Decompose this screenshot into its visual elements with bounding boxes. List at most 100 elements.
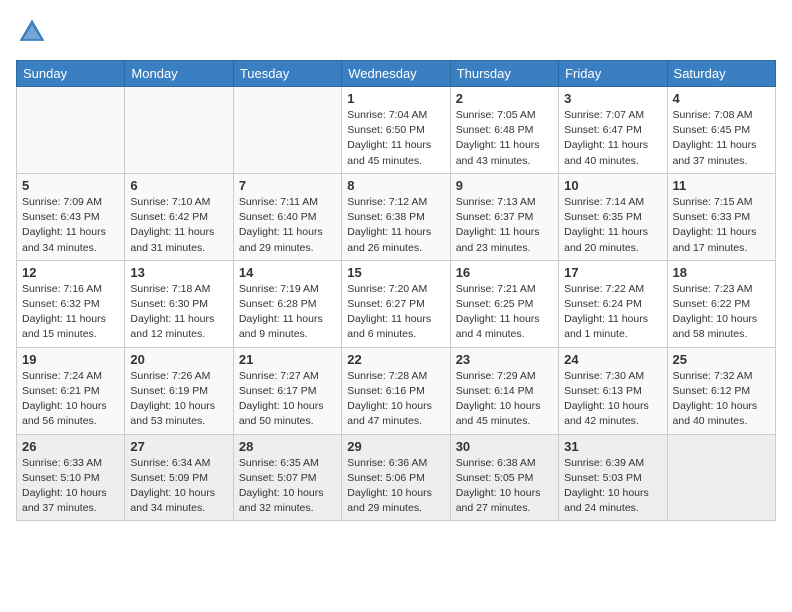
day-info: Sunrise: 7:05 AM Sunset: 6:48 PM Dayligh…	[456, 108, 553, 169]
day-info: Sunrise: 7:04 AM Sunset: 6:50 PM Dayligh…	[347, 108, 444, 169]
day-info: Sunrise: 7:11 AM Sunset: 6:40 PM Dayligh…	[239, 195, 336, 256]
calendar-cell: 25 Sunrise: 7:32 AM Sunset: 6:12 PM Dayli…	[667, 347, 775, 434]
day-number: 22	[347, 352, 444, 367]
calendar-cell: 12Sunrise: 7:16 AM Sunset: 6:32 PM Dayli…	[17, 260, 125, 347]
day-number: 29	[347, 439, 444, 454]
day-info: Sunrise: 7:10 AM Sunset: 6:42 PM Dayligh…	[130, 195, 227, 256]
day-info: Sunrise: 7:13 AM Sunset: 6:37 PM Dayligh…	[456, 195, 553, 256]
day-number: 4	[673, 91, 770, 106]
day-info: Sunrise: 7:14 AM Sunset: 6:35 PM Dayligh…	[564, 195, 661, 256]
day-info: Sunrise: 7:22 AM Sunset: 6:24 PM Dayligh…	[564, 282, 661, 343]
calendar-cell: 14 Sunrise: 7:19 AM Sunset: 6:28 PM Dayli…	[233, 260, 341, 347]
day-number: 20	[130, 352, 227, 367]
day-info: Sunrise: 6:38 AM Sunset: 5:05 PM Dayligh…	[456, 456, 553, 517]
calendar-cell: 16 Sunrise: 7:21 AM Sunset: 6:25 PM Dayli…	[450, 260, 558, 347]
calendar-cell	[667, 434, 775, 521]
day-info: Sunrise: 7:32 AM Sunset: 6:12 PM Dayligh…	[673, 369, 770, 430]
calendar-cell: 23Sunrise: 7:29 AM Sunset: 6:14 PM Dayli…	[450, 347, 558, 434]
day-number: 14	[239, 265, 336, 280]
weekday-header-monday: Monday	[125, 61, 233, 87]
calendar-cell: 11 Sunrise: 7:15 AM Sunset: 6:33 PM Dayli…	[667, 173, 775, 260]
day-info: Sunrise: 7:20 AM Sunset: 6:27 PM Dayligh…	[347, 282, 444, 343]
day-info: Sunrise: 7:23 AM Sunset: 6:22 PM Dayligh…	[673, 282, 770, 343]
logo	[16, 16, 52, 48]
weekday-header-thursday: Thursday	[450, 61, 558, 87]
day-info: Sunrise: 7:09 AM Sunset: 6:43 PM Dayligh…	[22, 195, 119, 256]
day-info: Sunrise: 6:36 AM Sunset: 5:06 PM Dayligh…	[347, 456, 444, 517]
day-info: Sunrise: 7:12 AM Sunset: 6:38 PM Dayligh…	[347, 195, 444, 256]
calendar-cell: 1 Sunrise: 7:04 AM Sunset: 6:50 PM Daylig…	[342, 87, 450, 174]
weekday-header-tuesday: Tuesday	[233, 61, 341, 87]
calendar-cell: 26 Sunrise: 6:33 AM Sunset: 5:10 PM Dayli…	[17, 434, 125, 521]
calendar-cell: 2 Sunrise: 7:05 AM Sunset: 6:48 PM Daylig…	[450, 87, 558, 174]
day-number: 26	[22, 439, 119, 454]
day-number: 8	[347, 178, 444, 193]
day-info: Sunrise: 7:18 AM Sunset: 6:30 PM Dayligh…	[130, 282, 227, 343]
logo-icon	[16, 16, 48, 48]
day-info: Sunrise: 7:08 AM Sunset: 6:45 PM Dayligh…	[673, 108, 770, 169]
calendar-cell: 9 Sunrise: 7:13 AM Sunset: 6:37 PM Daylig…	[450, 173, 558, 260]
day-info: Sunrise: 7:28 AM Sunset: 6:16 PM Dayligh…	[347, 369, 444, 430]
calendar-cell: 7 Sunrise: 7:11 AM Sunset: 6:40 PM Daylig…	[233, 173, 341, 260]
week-row-1: 1 Sunrise: 7:04 AM Sunset: 6:50 PM Daylig…	[17, 87, 776, 174]
day-number: 18	[673, 265, 770, 280]
day-info: Sunrise: 7:30 AM Sunset: 6:13 PM Dayligh…	[564, 369, 661, 430]
day-number: 1	[347, 91, 444, 106]
day-info: Sunrise: 6:39 AM Sunset: 5:03 PM Dayligh…	[564, 456, 661, 517]
day-number: 17	[564, 265, 661, 280]
week-row-5: 26 Sunrise: 6:33 AM Sunset: 5:10 PM Dayli…	[17, 434, 776, 521]
day-number: 30	[456, 439, 553, 454]
week-row-4: 19Sunrise: 7:24 AM Sunset: 6:21 PM Dayli…	[17, 347, 776, 434]
week-row-2: 5 Sunrise: 7:09 AM Sunset: 6:43 PM Daylig…	[17, 173, 776, 260]
calendar-cell	[17, 87, 125, 174]
day-number: 16	[456, 265, 553, 280]
calendar-cell: 6Sunrise: 7:10 AM Sunset: 6:42 PM Daylig…	[125, 173, 233, 260]
day-number: 28	[239, 439, 336, 454]
day-info: Sunrise: 6:33 AM Sunset: 5:10 PM Dayligh…	[22, 456, 119, 517]
weekday-header-friday: Friday	[559, 61, 667, 87]
day-info: Sunrise: 7:19 AM Sunset: 6:28 PM Dayligh…	[239, 282, 336, 343]
day-info: Sunrise: 7:27 AM Sunset: 6:17 PM Dayligh…	[239, 369, 336, 430]
calendar-cell: 21 Sunrise: 7:27 AM Sunset: 6:17 PM Dayli…	[233, 347, 341, 434]
calendar-cell: 18 Sunrise: 7:23 AM Sunset: 6:22 PM Dayli…	[667, 260, 775, 347]
calendar-cell: 13 Sunrise: 7:18 AM Sunset: 6:30 PM Dayli…	[125, 260, 233, 347]
day-number: 12	[22, 265, 119, 280]
day-number: 9	[456, 178, 553, 193]
day-number: 7	[239, 178, 336, 193]
day-number: 11	[673, 178, 770, 193]
calendar-cell: 22 Sunrise: 7:28 AM Sunset: 6:16 PM Dayli…	[342, 347, 450, 434]
day-number: 2	[456, 91, 553, 106]
calendar-cell: 4 Sunrise: 7:08 AM Sunset: 6:45 PM Daylig…	[667, 87, 775, 174]
day-info: Sunrise: 7:15 AM Sunset: 6:33 PM Dayligh…	[673, 195, 770, 256]
calendar-cell: 8 Sunrise: 7:12 AM Sunset: 6:38 PM Daylig…	[342, 173, 450, 260]
day-number: 3	[564, 91, 661, 106]
week-row-3: 12Sunrise: 7:16 AM Sunset: 6:32 PM Dayli…	[17, 260, 776, 347]
calendar-table: SundayMondayTuesdayWednesdayThursdayFrid…	[16, 60, 776, 521]
day-number: 10	[564, 178, 661, 193]
day-number: 31	[564, 439, 661, 454]
day-info: Sunrise: 7:21 AM Sunset: 6:25 PM Dayligh…	[456, 282, 553, 343]
calendar-cell: 30 Sunrise: 6:38 AM Sunset: 5:05 PM Dayli…	[450, 434, 558, 521]
day-info: Sunrise: 7:24 AM Sunset: 6:21 PM Dayligh…	[22, 369, 119, 430]
day-info: Sunrise: 6:34 AM Sunset: 5:09 PM Dayligh…	[130, 456, 227, 517]
weekday-header-wednesday: Wednesday	[342, 61, 450, 87]
calendar-cell: 3Sunrise: 7:07 AM Sunset: 6:47 PM Daylig…	[559, 87, 667, 174]
day-number: 25	[673, 352, 770, 367]
calendar-cell: 15 Sunrise: 7:20 AM Sunset: 6:27 PM Dayli…	[342, 260, 450, 347]
calendar-cell: 31 Sunrise: 6:39 AM Sunset: 5:03 PM Dayli…	[559, 434, 667, 521]
day-number: 13	[130, 265, 227, 280]
calendar-cell	[233, 87, 341, 174]
day-info: Sunrise: 7:26 AM Sunset: 6:19 PM Dayligh…	[130, 369, 227, 430]
day-info: Sunrise: 7:29 AM Sunset: 6:14 PM Dayligh…	[456, 369, 553, 430]
day-number: 24	[564, 352, 661, 367]
calendar-cell: 20 Sunrise: 7:26 AM Sunset: 6:19 PM Dayli…	[125, 347, 233, 434]
page-header	[16, 16, 776, 48]
day-number: 27	[130, 439, 227, 454]
day-number: 21	[239, 352, 336, 367]
calendar-cell: 5 Sunrise: 7:09 AM Sunset: 6:43 PM Daylig…	[17, 173, 125, 260]
day-number: 5	[22, 178, 119, 193]
calendar-cell: 29 Sunrise: 6:36 AM Sunset: 5:06 PM Dayli…	[342, 434, 450, 521]
weekday-header-sunday: Sunday	[17, 61, 125, 87]
day-info: Sunrise: 6:35 AM Sunset: 5:07 PM Dayligh…	[239, 456, 336, 517]
day-number: 15	[347, 265, 444, 280]
